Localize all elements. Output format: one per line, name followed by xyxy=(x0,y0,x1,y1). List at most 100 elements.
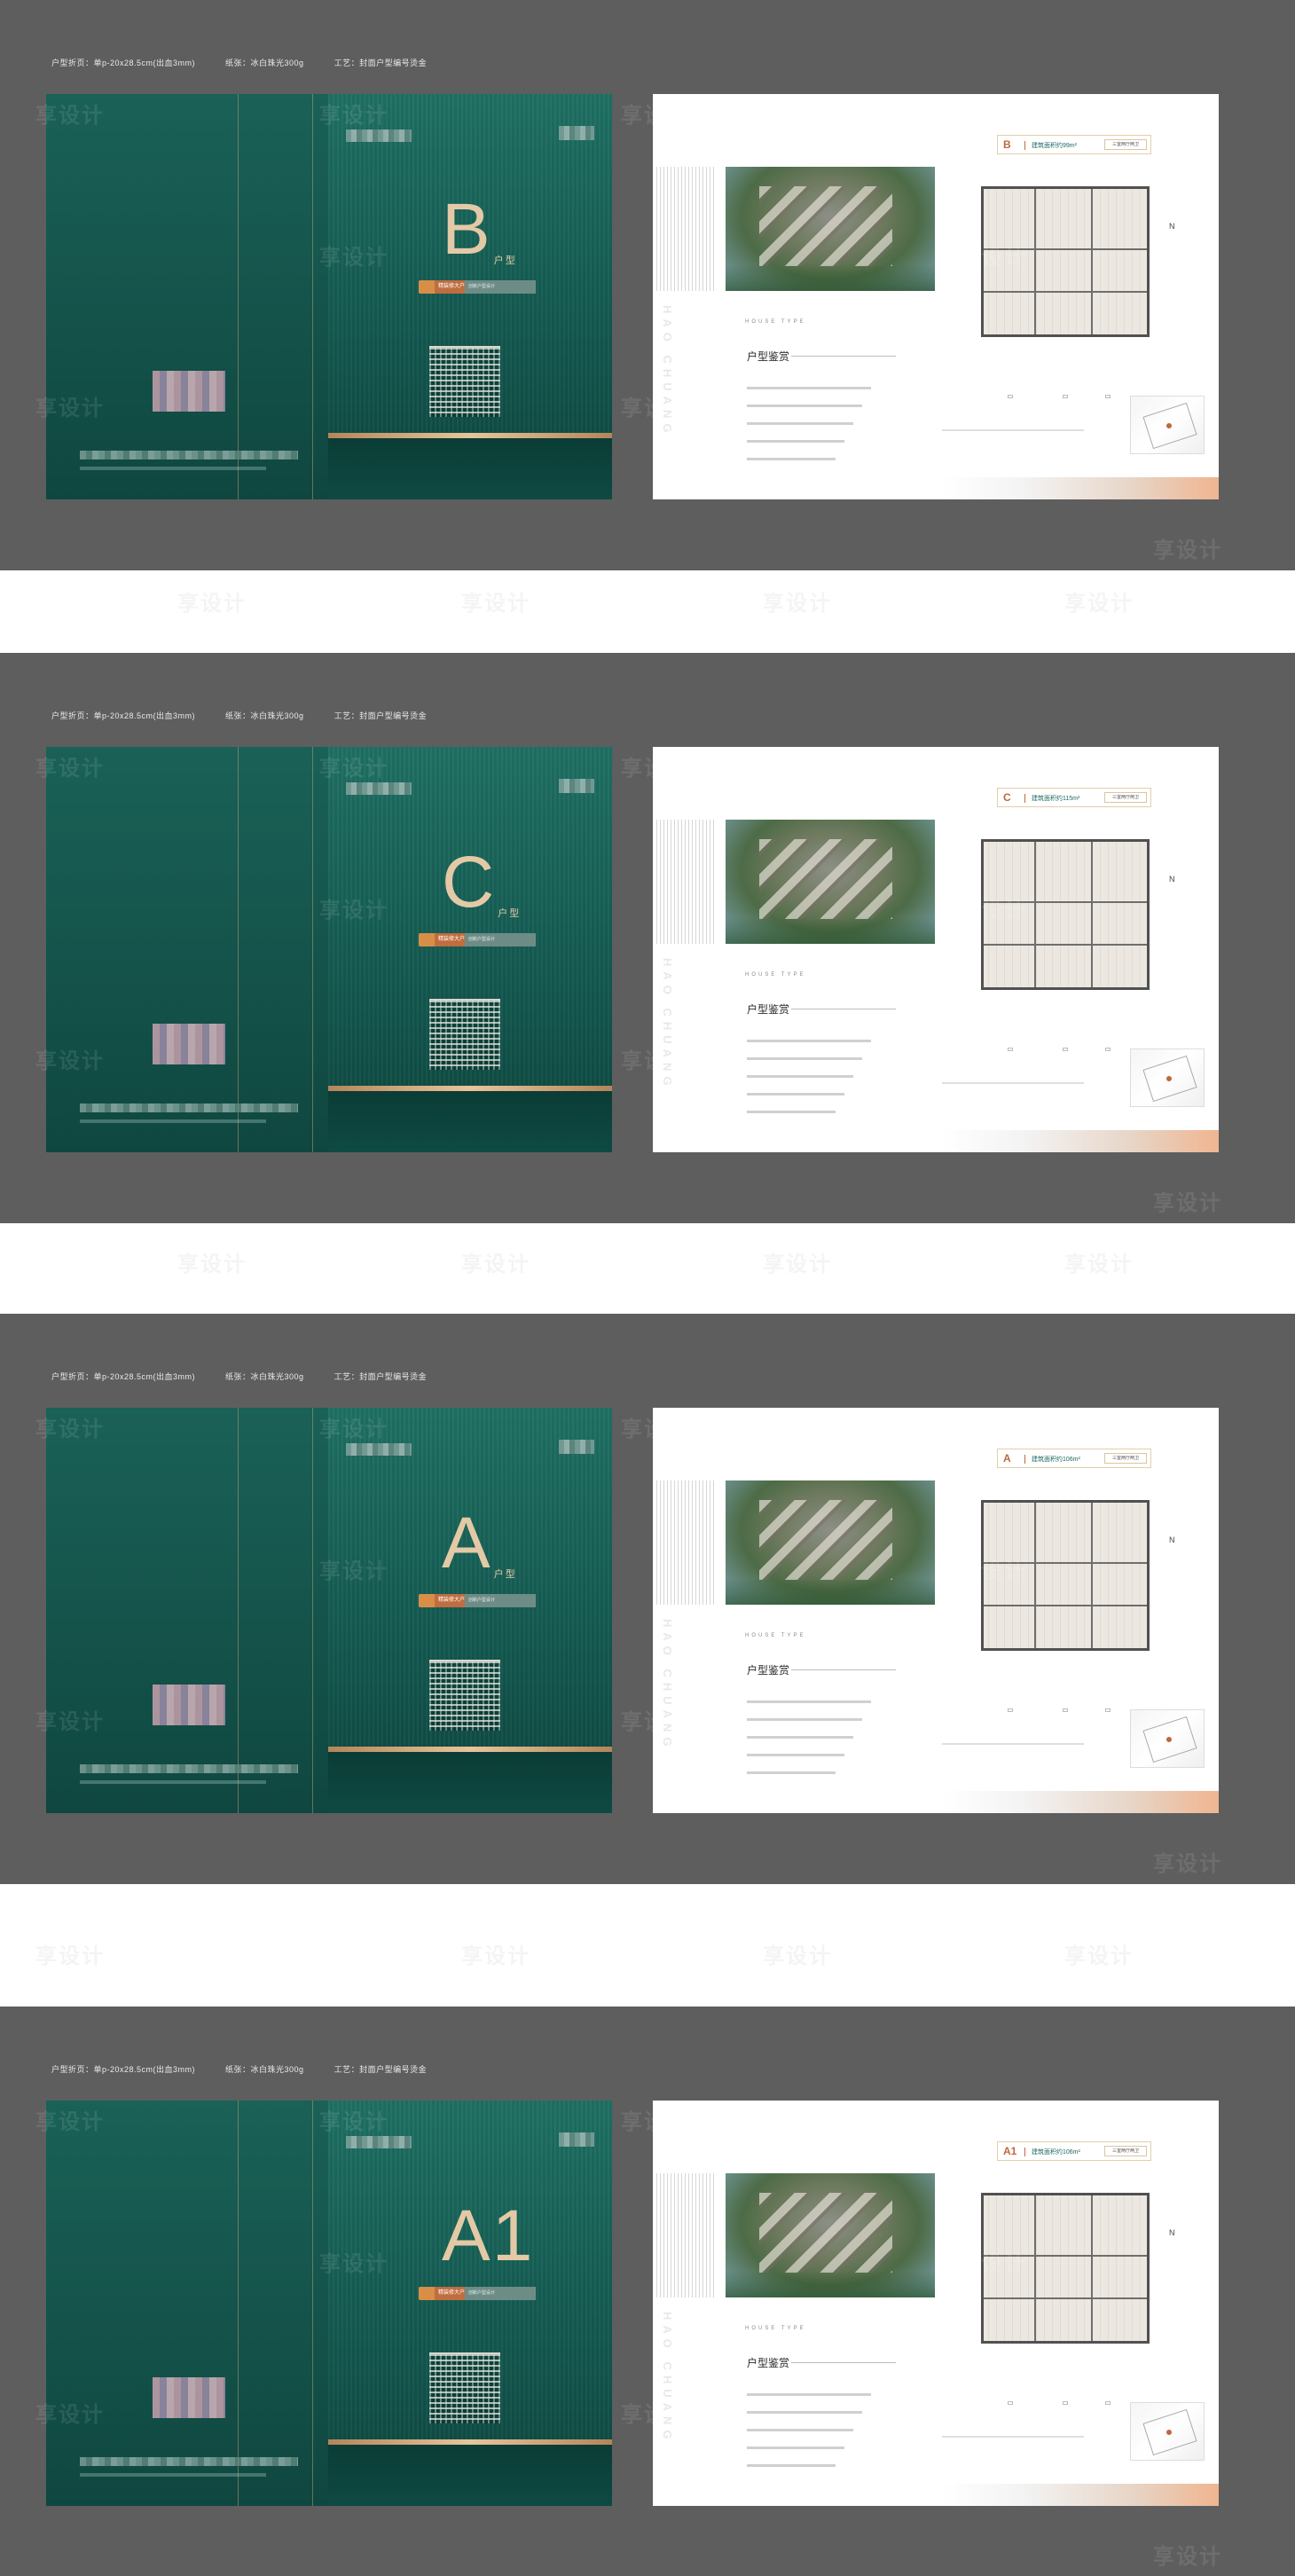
area-tag: A 建筑面积约106m² 三室两厅两卫 xyxy=(997,1449,1151,1468)
watermark: 享设计 xyxy=(35,1938,105,1969)
spec-paper: 纸张：冰白珠光300g xyxy=(225,59,304,67)
spec-craft: 工艺：封面户型编号烫金 xyxy=(334,1372,428,1381)
legend-item xyxy=(1063,394,1070,399)
legend-item xyxy=(1105,1708,1112,1713)
watermark: 享设计 xyxy=(621,1418,690,1441)
building-render xyxy=(429,2352,500,2423)
watermark: 享设计 xyxy=(319,757,388,781)
gold-rule xyxy=(238,1408,239,1813)
unit-letter: C 户型 xyxy=(442,846,521,919)
legend-swatch xyxy=(1008,1708,1013,1712)
feature-line xyxy=(747,404,862,407)
area-tag: A1 建筑面积约106m² 三室两厅两卫 xyxy=(997,2141,1151,2161)
spread-panel: 户型折页：单p-20x28.5cm(出血3mm) 纸张：冰白珠光300g 工艺：封面… xyxy=(0,2007,1295,2576)
feature-line xyxy=(747,440,844,443)
feature-line xyxy=(747,1736,853,1739)
watermark: 享设计 xyxy=(1153,1852,1222,1876)
house-type-label: HOUSE TYPE xyxy=(745,319,806,325)
cover-back xyxy=(46,747,328,1152)
aerial-render xyxy=(726,2173,935,2297)
north-arrow-icon: N xyxy=(1169,2228,1175,2237)
feature-badge-right: 创新户型设计 xyxy=(465,933,536,946)
logo-blurred xyxy=(346,130,412,142)
contact-line xyxy=(80,467,266,470)
area-tag-area: 建筑面积约115m² xyxy=(1032,794,1079,803)
logo-blurred xyxy=(559,779,594,793)
watermark: 享设计 xyxy=(621,397,690,420)
area-tag-letter: B xyxy=(1003,138,1011,151)
disclaimer-line xyxy=(942,429,1084,431)
contact-blurred xyxy=(80,1764,298,1773)
watermark: 享设计 xyxy=(621,104,690,128)
watermark: 享设计 xyxy=(35,2110,105,2134)
site-minimap xyxy=(1130,1048,1205,1107)
location-pin-icon xyxy=(1166,1737,1172,1742)
legend-swatch xyxy=(1063,1708,1068,1712)
gold-band xyxy=(328,2439,612,2445)
legend-swatch xyxy=(1008,1047,1013,1051)
legend-item xyxy=(1008,1708,1015,1713)
gold-rule xyxy=(238,2101,239,2506)
spread-panel: 户型折页：单p-20x28.5cm(出血3mm) 纸张：冰白珠光300g 工艺：封面… xyxy=(0,1314,1295,1884)
location-pin-icon xyxy=(1166,423,1172,428)
legend-swatch xyxy=(1105,2400,1111,2405)
disclaimer-line xyxy=(942,1082,1084,1084)
spec-craft: 工艺：封面户型编号烫金 xyxy=(334,711,428,720)
area-tag-separator xyxy=(1024,1455,1025,1464)
project-logo-blurred xyxy=(153,1685,225,1725)
cover-base xyxy=(328,1091,612,1152)
cover-page: A1 精装修大户型 创新户型设计 xyxy=(46,2101,612,2506)
area-prefix: 建筑面积约 xyxy=(1032,143,1063,149)
watermark: 享设计 xyxy=(35,397,105,420)
cover-page: B 户型 精装修大户型 创新户型设计 xyxy=(46,94,612,499)
feature-line xyxy=(747,1771,836,1774)
watermark: 享设计 xyxy=(958,2110,1027,2134)
house-type-label: HOUSE TYPE xyxy=(745,1633,806,1638)
watermark: 享设计 xyxy=(621,2403,690,2427)
disclaimer-line xyxy=(942,1743,1084,1745)
spec-line: 户型折页：单p-20x28.5cm(出血3mm) 纸张：冰白珠光300g 工艺：封面… xyxy=(51,1370,457,1382)
watermark: 享设计 xyxy=(1064,585,1134,617)
unit-letter: A 户型 xyxy=(442,1507,517,1580)
watermark: 享设计 xyxy=(35,1049,105,1073)
spec-paper: 纸张：冰白珠光300g xyxy=(225,711,304,720)
area-tag-separator xyxy=(1024,141,1025,150)
layout-tag: 三室两厅两卫 xyxy=(1104,792,1147,803)
spec-line: 户型折页：单p-20x28.5cm(出血3mm) 纸张：冰白珠光300g 工艺：封面… xyxy=(51,710,457,721)
gold-band xyxy=(328,433,612,438)
spec-line: 户型折页：单p-20x28.5cm(出血3mm) 纸张：冰白珠光300g 工艺：封面… xyxy=(51,57,457,68)
unit-letter-text: A xyxy=(442,1503,492,1583)
legend-swatch xyxy=(1105,394,1111,398)
legend-item xyxy=(1063,1047,1070,1052)
logo-blurred xyxy=(559,2132,594,2147)
legend-swatch xyxy=(1105,1047,1111,1051)
logo-blurred xyxy=(346,782,412,795)
area-tag-area: 建筑面积约106m² xyxy=(1032,1455,1080,1464)
building-render xyxy=(429,999,500,1070)
area-prefix: 建筑面积约 xyxy=(1032,1457,1063,1463)
watermark: 享设计 xyxy=(958,1559,1027,1583)
watermark: 享设计 xyxy=(1153,538,1222,562)
project-logo-blurred xyxy=(153,2377,225,2418)
footer-gradient xyxy=(942,1791,1219,1813)
spec-size: 户型折页：单p-20x28.5cm(出血3mm) xyxy=(51,2065,196,2074)
area-prefix: 建筑面积约 xyxy=(1032,2149,1063,2156)
watermark: 享设计 xyxy=(35,1710,105,1734)
spec-paper: 纸张：冰白珠光300g xyxy=(225,2065,304,2074)
cover-base xyxy=(328,2445,612,2506)
feature-line xyxy=(747,387,871,389)
contact-blurred xyxy=(80,451,298,459)
cover-back xyxy=(46,94,328,499)
unit-letter-text: A1 xyxy=(442,2195,535,2276)
aerial-render xyxy=(726,167,935,291)
unit-letter-suffix: 户型 xyxy=(493,1569,517,1580)
area-tag-area: 建筑面积约99m² xyxy=(1032,141,1077,150)
building-render xyxy=(429,1660,500,1731)
footer-gradient xyxy=(942,477,1219,499)
area-value: 106m² xyxy=(1063,1457,1080,1463)
layout-tag: 三室两厅两卫 xyxy=(1104,2146,1147,2156)
feature-line xyxy=(747,1075,853,1078)
logo-blurred xyxy=(559,1440,594,1454)
area-tag: B 建筑面积约99m² 三室两厅两卫 xyxy=(997,135,1151,154)
section-title-rule xyxy=(791,356,896,357)
